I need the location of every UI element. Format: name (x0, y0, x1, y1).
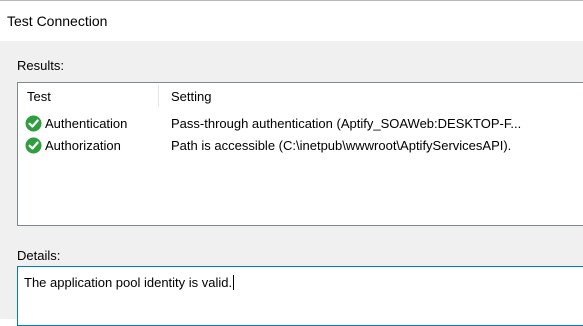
details-textbox[interactable]: The application pool identity is valid. (17, 266, 583, 326)
success-check-icon (25, 137, 42, 154)
dialog-title: Test Connection (7, 13, 108, 29)
column-divider[interactable] (158, 85, 159, 107)
text-caret (233, 275, 235, 290)
top-border-line (0, 0, 583, 1)
list-item-setting-value: Pass-through authentication (Aptify_SOAW… (171, 116, 522, 131)
results-label: Results: (17, 58, 64, 73)
success-check-icon (25, 115, 42, 132)
column-header-setting[interactable]: Setting (171, 88, 211, 106)
details-text: The application pool identity is valid. (24, 274, 235, 292)
details-text-value: The application pool identity is valid. (24, 275, 233, 290)
list-item-test-name: Authentication (45, 116, 128, 131)
results-list[interactable]: Test Setting Authentication Pass-through… (17, 82, 583, 226)
list-item-authorization[interactable]: Authorization Path is accessible (C:\ine… (18, 136, 583, 156)
list-item-test-name: Authorization (45, 138, 121, 153)
list-item-authentication[interactable]: Authentication Pass-through authenticati… (18, 114, 583, 134)
details-label: Details: (17, 248, 61, 263)
column-header-test[interactable]: Test (27, 88, 51, 106)
list-item-setting-value: Path is accessible (C:\inetpub\wwwroot\A… (171, 138, 512, 153)
